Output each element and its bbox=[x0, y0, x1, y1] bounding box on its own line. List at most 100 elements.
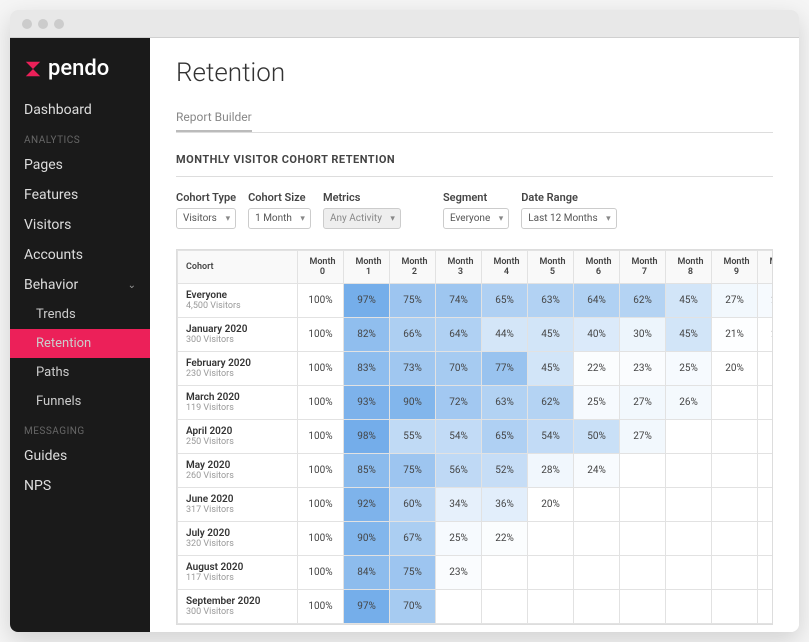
nav-behavior[interactable]: Behavior ⌄ bbox=[10, 270, 150, 300]
tab-report-builder[interactable]: Report Builder bbox=[176, 110, 252, 132]
filter-cohort-size-select[interactable]: 1 Month bbox=[248, 208, 311, 229]
col-header: Month 6 bbox=[574, 251, 620, 284]
retention-cell: 23% bbox=[436, 556, 482, 590]
retention-cell: 22% bbox=[482, 522, 528, 556]
retention-cell: 52% bbox=[482, 454, 528, 488]
retention-cell: 45% bbox=[666, 284, 712, 318]
col-header: Month 0 bbox=[298, 251, 344, 284]
retention-cell bbox=[436, 590, 482, 624]
cohort-cell: May 2020260 Visitors bbox=[178, 454, 298, 488]
retention-cell bbox=[758, 420, 774, 454]
retention-cell: 82% bbox=[344, 318, 390, 352]
retention-cell: 62% bbox=[620, 284, 666, 318]
nav-paths[interactable]: Paths bbox=[10, 358, 150, 387]
nav-nps[interactable]: NPS bbox=[10, 471, 150, 501]
section-title: MONTHLY VISITOR COHORT RETENTION bbox=[176, 153, 773, 166]
retention-cell: 27% bbox=[620, 420, 666, 454]
col-header: Month 10 bbox=[758, 251, 774, 284]
retention-cell: 70% bbox=[390, 590, 436, 624]
retention-cell bbox=[574, 590, 620, 624]
nav-accounts[interactable]: Accounts bbox=[10, 240, 150, 270]
retention-cell bbox=[712, 488, 758, 522]
retention-cell: 100% bbox=[298, 420, 344, 454]
nav-behavior-label: Behavior bbox=[24, 277, 78, 293]
retention-cell: 25% bbox=[666, 352, 712, 386]
nav-visitors[interactable]: Visitors bbox=[10, 210, 150, 240]
retention-cell bbox=[758, 590, 774, 624]
retention-cell: 60% bbox=[390, 488, 436, 522]
retention-cell: 20% bbox=[528, 488, 574, 522]
nav-retention[interactable]: Retention bbox=[10, 329, 150, 358]
retention-cell: 22% bbox=[574, 352, 620, 386]
filter-date-range-select[interactable]: Last 12 Months bbox=[521, 208, 616, 229]
retention-cell bbox=[758, 488, 774, 522]
retention-cell: 73% bbox=[390, 352, 436, 386]
nav-features[interactable]: Features bbox=[10, 180, 150, 210]
retention-cell: 62% bbox=[528, 386, 574, 420]
retention-cell: 97% bbox=[344, 284, 390, 318]
col-header: Month 3 bbox=[436, 251, 482, 284]
filter-segment-select[interactable]: Everyone bbox=[443, 208, 509, 229]
window-close-icon[interactable] bbox=[22, 19, 32, 29]
retention-cell: 90% bbox=[390, 386, 436, 420]
nav-guides[interactable]: Guides bbox=[10, 441, 150, 471]
col-header: Month 7 bbox=[620, 251, 666, 284]
chevron-down-icon: ⌄ bbox=[128, 280, 136, 291]
retention-cell bbox=[666, 454, 712, 488]
retention-cell bbox=[758, 556, 774, 590]
retention-cell: 66% bbox=[390, 318, 436, 352]
window-minimize-icon[interactable] bbox=[38, 19, 48, 29]
col-header: Month 2 bbox=[390, 251, 436, 284]
retention-cell bbox=[574, 522, 620, 556]
nav-trends[interactable]: Trends bbox=[10, 300, 150, 329]
retention-cell: 54% bbox=[528, 420, 574, 454]
retention-cell bbox=[666, 420, 712, 454]
retention-cell bbox=[712, 522, 758, 556]
retention-cell: 26% bbox=[666, 386, 712, 420]
retention-cell: 75% bbox=[390, 556, 436, 590]
cohort-cell: June 2020317 Visitors bbox=[178, 488, 298, 522]
retention-cell bbox=[712, 556, 758, 590]
retention-cell bbox=[666, 556, 712, 590]
retention-table: CohortMonth 0Month 1Month 2Month 3Month … bbox=[176, 249, 773, 625]
retention-cell bbox=[712, 386, 758, 420]
col-header: Month 4 bbox=[482, 251, 528, 284]
retention-cell: 65% bbox=[482, 420, 528, 454]
filter-bar: Cohort Type Visitors Cohort Size 1 Month… bbox=[176, 191, 773, 229]
retention-cell: 90% bbox=[344, 522, 390, 556]
table-row: August 2020117 Visitors100%84%75%23% bbox=[178, 556, 774, 590]
retention-cell: 72% bbox=[436, 386, 482, 420]
window-maximize-icon[interactable] bbox=[54, 19, 64, 29]
retention-cell: 28% bbox=[528, 454, 574, 488]
filter-cohort-type-label: Cohort Type bbox=[176, 191, 236, 204]
filter-cohort-type-select[interactable]: Visitors bbox=[176, 208, 236, 229]
retention-cell: 93% bbox=[344, 386, 390, 420]
nav-dashboard[interactable]: Dashboard bbox=[10, 95, 150, 125]
retention-cell: 75% bbox=[390, 284, 436, 318]
filter-metrics-select[interactable]: Any Activity bbox=[323, 208, 401, 229]
retention-cell bbox=[758, 522, 774, 556]
retention-cell bbox=[482, 590, 528, 624]
retention-cell bbox=[666, 590, 712, 624]
retention-cell: 63% bbox=[482, 386, 528, 420]
logo[interactable]: pendo bbox=[10, 48, 150, 95]
table-row: March 2020119 Visitors100%93%90%72%63%62… bbox=[178, 386, 774, 420]
browser-window: pendo Dashboard ANALYTICS Pages Features… bbox=[10, 10, 799, 632]
retention-cell: 30% bbox=[620, 318, 666, 352]
retention-cell bbox=[528, 590, 574, 624]
retention-cell bbox=[620, 522, 666, 556]
retention-cell: 100% bbox=[298, 590, 344, 624]
retention-cell: 65% bbox=[482, 284, 528, 318]
retention-cell: 64% bbox=[436, 318, 482, 352]
tab-bar: Report Builder bbox=[176, 106, 773, 133]
retention-cell: 56% bbox=[436, 454, 482, 488]
cohort-cell: September 2020300 Visitors bbox=[178, 590, 298, 624]
nav-funnels[interactable]: Funnels bbox=[10, 387, 150, 416]
retention-cell bbox=[666, 488, 712, 522]
retention-cell: 24% bbox=[574, 454, 620, 488]
nav-section-analytics: ANALYTICS bbox=[10, 125, 150, 150]
retention-cell: 23% bbox=[620, 352, 666, 386]
retention-cell: 27% bbox=[620, 386, 666, 420]
retention-cell: 20% bbox=[758, 318, 774, 352]
nav-pages[interactable]: Pages bbox=[10, 150, 150, 180]
